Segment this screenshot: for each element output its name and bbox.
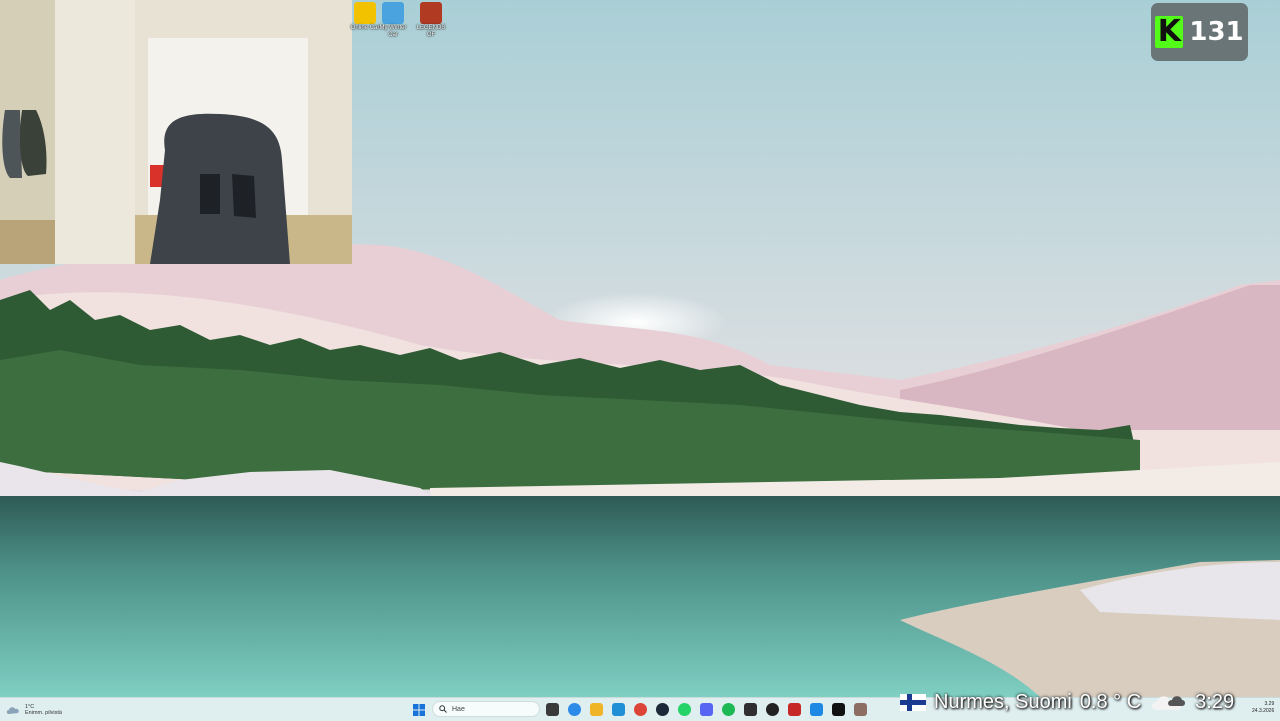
app-blue-icon[interactable] <box>810 703 823 716</box>
edge-icon[interactable] <box>612 703 625 716</box>
search-icon <box>439 705 447 713</box>
kick-viewer-badge: K 131 <box>1151 3 1248 61</box>
overlay-time: 3:29 <box>1195 690 1235 713</box>
capcut-icon[interactable] <box>832 703 845 716</box>
desktop-icon-game[interactable]: LEGENDS OF <box>413 2 449 39</box>
stream-weather-overlay: Nurmes, Suomi 0.8 ° C 3:29 <box>900 689 1234 715</box>
task-view-icon[interactable] <box>546 703 559 716</box>
obs-icon[interactable] <box>744 703 757 716</box>
weather-desc: Enimm. pilvistä <box>25 710 62 716</box>
viewer-count: 131 <box>1189 17 1244 47</box>
overlay-temperature: 0.8 ° C <box>1079 690 1142 713</box>
game-icon[interactable] <box>788 703 801 716</box>
overlay-location: Nurmes, Suomi <box>934 690 1072 713</box>
webcam-overlay <box>0 0 352 264</box>
start-button[interactable] <box>412 703 425 716</box>
chrome-icon[interactable] <box>634 703 647 716</box>
taskbar-weather-widget[interactable]: 1°C Enimm. pilvistä <box>6 701 62 719</box>
clock-date: 24.3.2026 <box>1252 708 1275 714</box>
whatsapp-icon[interactable] <box>678 703 691 716</box>
game-shortcut-icon <box>420 2 442 24</box>
cloud-icon <box>6 707 19 714</box>
discord-icon[interactable] <box>700 703 713 716</box>
finland-flag-icon <box>900 693 926 711</box>
kick-logo-icon: K <box>1155 16 1184 48</box>
taskbar-search[interactable]: Hae <box>432 701 540 717</box>
steam-icon[interactable] <box>656 703 669 716</box>
cloud-icon <box>1151 696 1186 710</box>
app-extra-icon[interactable] <box>854 703 867 716</box>
spotify-icon[interactable] <box>722 703 735 716</box>
windows-icon <box>412 703 425 716</box>
search-placeholder: Hae <box>452 705 465 713</box>
my-winter-car-icon <box>382 2 404 24</box>
desktop-icon-my-winter-car[interactable]: My Winter Car <box>375 2 411 39</box>
copilot-icon[interactable] <box>568 703 581 716</box>
app-k-icon[interactable] <box>766 703 779 716</box>
taskbar-clock[interactable]: 3.29 24.3.2026 <box>1252 701 1274 715</box>
rooster-teeth-icon <box>354 2 376 24</box>
file-explorer-icon[interactable] <box>590 703 603 716</box>
clock-time: 3.29 <box>1264 701 1275 707</box>
